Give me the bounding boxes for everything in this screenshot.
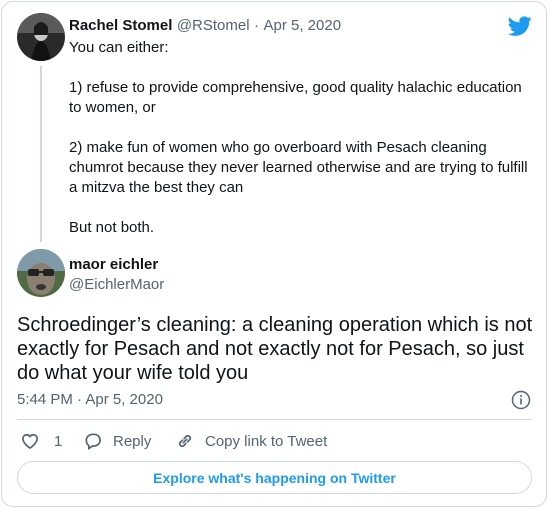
quoted-tweet-header: Rachel Stomel @RStomel · Apr 5, 2020 xyxy=(69,17,341,35)
like-count: 1 xyxy=(54,432,63,450)
avatar-rachel-stomel[interactable] xyxy=(17,13,65,61)
main-line-1: Schroedinger’s cleaning: a cleaning oper… xyxy=(17,314,533,336)
tweet-date[interactable]: Apr 5, 2020 xyxy=(263,17,341,34)
divider xyxy=(17,419,532,420)
copy-link-label: Copy link to Tweet xyxy=(205,432,328,450)
main-author-name[interactable]: maor eichler xyxy=(69,256,158,273)
main-tweet-text: Schroedinger’s cleaning: a cleaning oper… xyxy=(17,313,537,385)
info-icon[interactable] xyxy=(511,390,531,410)
quoted-line-7: But not both. xyxy=(69,219,155,236)
quoted-line-1: You can either: xyxy=(69,39,169,56)
copy-link-action[interactable]: Copy link to Tweet xyxy=(175,430,327,452)
reply-action[interactable]: Reply xyxy=(83,430,151,452)
main-author-handle[interactable]: @EichlerMaor xyxy=(69,276,164,293)
quoted-line-4: 2) make fun of women who go overboard wi… xyxy=(69,139,487,156)
explore-twitter-button[interactable]: Explore what's happening on Twitter xyxy=(17,461,532,494)
twitter-bird-icon[interactable] xyxy=(507,14,532,38)
main-line-3: do what your wife told you xyxy=(17,362,249,384)
like-action[interactable]: 1 xyxy=(20,430,62,452)
author-handle[interactable]: @RStomel xyxy=(177,17,250,34)
link-icon xyxy=(175,431,205,451)
reply-bubble-icon xyxy=(83,431,113,451)
tweet-timestamp[interactable]: 5:44 PM · Apr 5, 2020 xyxy=(17,391,163,408)
separator-dot: · xyxy=(254,17,260,34)
heart-icon xyxy=(20,431,50,451)
quoted-line-6: a mitzva the best they can xyxy=(69,179,244,196)
author-name[interactable]: Rachel Stomel xyxy=(69,17,172,34)
avatar-maor-eichler[interactable] xyxy=(17,249,65,297)
thread-connector-line xyxy=(40,66,42,242)
quoted-line-5: chumrot because they never learned other… xyxy=(69,159,528,176)
main-line-2: exactly for Pesach and not exactly not f… xyxy=(17,338,524,360)
quoted-line-3: to women, or xyxy=(69,99,156,116)
quoted-line-2: 1) refuse to provide comprehensive, good… xyxy=(69,79,522,96)
reply-label: Reply xyxy=(113,432,152,450)
